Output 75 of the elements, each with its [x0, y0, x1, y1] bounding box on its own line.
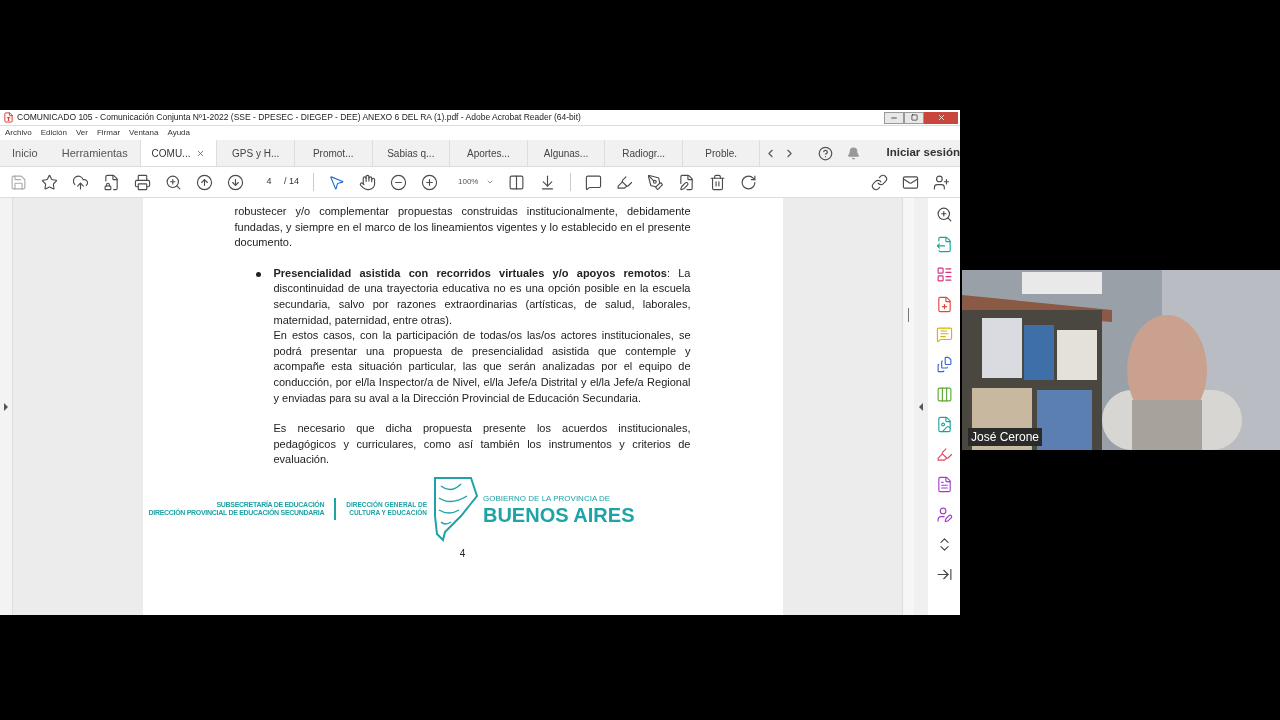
comment-icon[interactable] — [585, 173, 603, 191]
menu-item[interactable]: Ventana — [129, 127, 159, 139]
document-tab[interactable]: GPS y H... — [217, 140, 295, 166]
right-panel-arrow-icon[interactable] — [919, 402, 923, 411]
document-tab[interactable]: Sabias q... — [372, 140, 451, 166]
page-number: 4 — [459, 546, 466, 561]
upload-icon[interactable] — [72, 173, 89, 191]
menu-item[interactable]: Firmar — [96, 127, 121, 139]
paragraph: Es necesario que dicha propuesta presente los acuerdos institucionales, pedagógicos y curriculares, como así también los instrumentos y criterios de evaluación. — [273, 421, 691, 468]
close-tab-icon[interactable] — [196, 148, 206, 158]
create-file-icon[interactable] — [935, 296, 953, 313]
left-panel-arrow-icon[interactable] — [4, 402, 8, 411]
zoom-out-icon[interactable] — [390, 173, 407, 191]
share-user-icon[interactable] — [933, 173, 950, 191]
star-icon[interactable] — [41, 173, 58, 191]
print-icon[interactable] — [134, 173, 151, 191]
government-label: GOBIERNO DE LA PROVINCIA DE — [482, 492, 612, 505]
document-tab[interactable]: Proble. — [682, 140, 761, 166]
mail-icon[interactable] — [902, 173, 919, 191]
document-tab[interactable]: Radiogr... — [605, 140, 683, 166]
menu-item[interactable]: Ver — [75, 127, 88, 139]
hand-icon[interactable] — [359, 173, 376, 191]
search-icon[interactable] — [935, 206, 953, 223]
zoom-dropdown[interactable]: 100% — [458, 176, 495, 188]
combine-files-icon[interactable] — [935, 356, 953, 373]
document-tab[interactable]: Algunas... — [527, 140, 606, 166]
layout-icon[interactable] — [935, 266, 953, 283]
page-layout-icon[interactable] — [508, 173, 526, 191]
document-tab[interactable]: COMU... — [139, 140, 218, 166]
zoom-in-icon[interactable] — [421, 173, 438, 191]
page-count: / 14 — [284, 175, 299, 189]
organize-pages-icon[interactable] — [935, 386, 953, 403]
sign-icon[interactable] — [647, 173, 665, 191]
close-button[interactable] — [924, 111, 958, 124]
rotate-icon[interactable] — [740, 173, 758, 191]
restore-icon — [910, 114, 918, 121]
bullet-paragraph: Presencialidad asistida con recorridos virtuales y/o apoyos remotos: La discontinuidad de una trayectoria educativa no es una opción posible en la escuela secundaria, salvo por razones extraordinarias (artísticas, de salud, laborales, maternidad, paternidad, entre otras). — [273, 265, 691, 328]
link-icon[interactable] — [871, 173, 888, 191]
highlight-icon[interactable] — [616, 173, 634, 191]
document-tab[interactable]: Promot... — [294, 140, 373, 166]
pdf-icon — [3, 112, 14, 123]
paragraph: robustecer y/o complementar propuestas construidas institucionalmente, debidamente fundadas, y siempre en el marco de los lineamientos vigentes y lo establecido en el presente documento. — [234, 204, 691, 251]
previous-page-icon[interactable] — [196, 173, 213, 191]
select-pointer-icon[interactable] — [328, 173, 345, 191]
close-icon — [936, 113, 946, 122]
sign-in-button[interactable]: Iniciar sesión — [886, 140, 960, 166]
paragraph: En estos casos, con la participación de todas/os las/os actores institucionales, se podrá presentar una propuesta de presencialidad asistida que contemple y acompañe esta situación particular, las que serán analizadas por el equipo de conducción, por el/la Inspector/a de Nivel, el/la Jefe/a Distrital y el/la Jefe/a Regional y enviadas para su aval a la Dirección Provincial de Educación Secundaria. — [273, 328, 691, 406]
minimize-button[interactable] — [884, 111, 904, 124]
tab[interactable]: Inicio — [0, 140, 50, 166]
scan-icon[interactable] — [935, 416, 953, 433]
help-icon[interactable] — [818, 145, 834, 161]
window-title: COMUNICADO 105 - Comunicación Conjunta Nº1-2022 (SSE - DPESEC - DIEGEP - DEE) ANEXO 6 DEL RA (1).pdf - Adobe Acrobat Reader (64-bit) — [17, 111, 582, 124]
menu-item[interactable]: Edición — [40, 127, 67, 139]
protect-file-icon[interactable] — [103, 173, 120, 191]
trash-icon[interactable] — [709, 173, 727, 191]
edit-file-icon[interactable] — [678, 173, 696, 191]
caret-icon — [486, 178, 495, 186]
scrollbar[interactable] — [908, 308, 909, 322]
collapse-panel-icon[interactable] — [935, 566, 953, 583]
form-icon[interactable] — [935, 476, 953, 493]
highlight-icon[interactable] — [935, 446, 953, 463]
page-number-field[interactable]: 4 — [258, 175, 280, 189]
next-page-icon[interactable] — [227, 173, 244, 191]
document-tab[interactable]: Aportes... — [450, 140, 528, 166]
export-file-icon[interactable] — [935, 236, 953, 253]
restore-button[interactable] — [904, 111, 924, 124]
notification-icon[interactable] — [847, 146, 861, 160]
tab[interactable]: Herramientas — [49, 140, 140, 166]
menu-item[interactable]: Ayuda — [167, 127, 190, 139]
signature-icon[interactable] — [935, 506, 953, 523]
participant-name: José Cerone — [968, 428, 1043, 446]
province-logo-text: BUENOS AIRES — [482, 504, 635, 525]
search-icon[interactable] — [165, 173, 182, 191]
bullet-icon — [255, 271, 261, 277]
menu-item[interactable]: Archivo — [5, 127, 32, 139]
